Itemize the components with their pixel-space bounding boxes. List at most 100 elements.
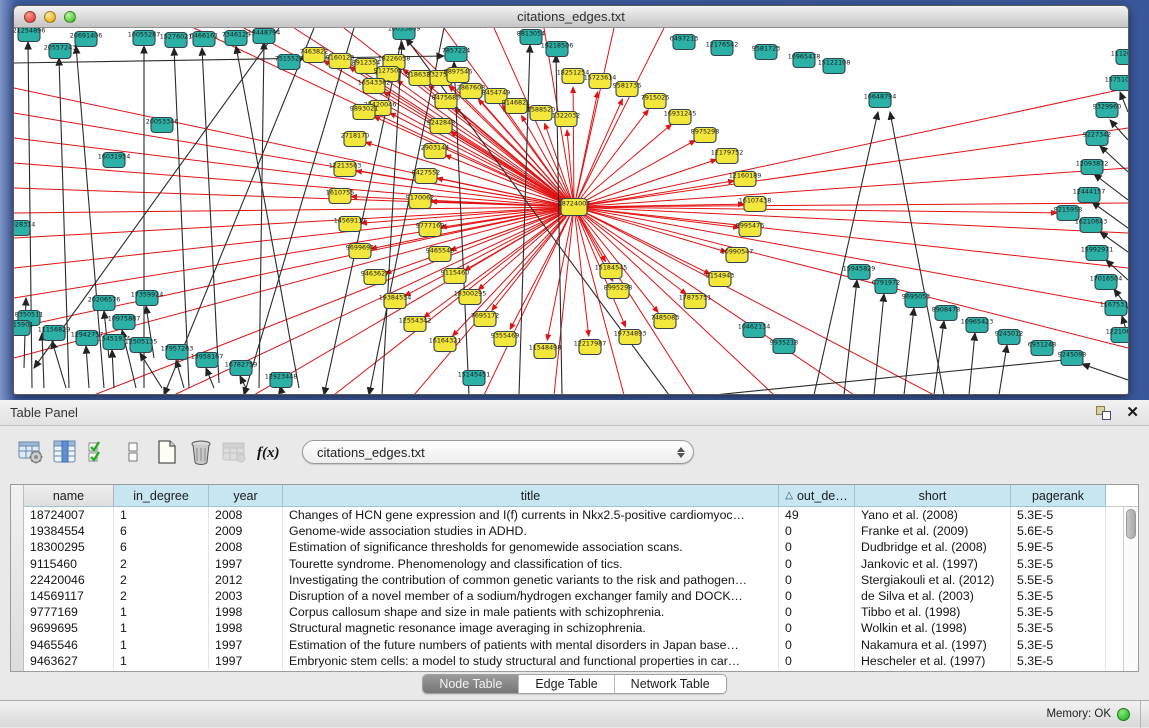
graph-node[interactable]: 8475685: [432, 94, 460, 109]
show-columns-icon[interactable]: [48, 434, 82, 470]
table-cell[interactable]: 1997: [209, 653, 283, 669]
table-cell[interactable]: Jankovic et al. (1997): [855, 556, 1011, 572]
graph-node[interactable]: 11548498: [529, 344, 562, 359]
graph-node[interactable]: 15276021: [160, 33, 193, 48]
graph-node[interactable]: 8908478: [932, 306, 960, 321]
graph-node[interactable]: 9329960: [1093, 103, 1121, 118]
graph-node[interactable]: 9695053: [902, 293, 930, 308]
graph-node[interactable]: 7695172: [471, 312, 499, 327]
graph-node[interactable]: 12176542: [706, 41, 739, 56]
table-cell[interactable]: 49: [779, 507, 855, 523]
select-all-columns-icon[interactable]: [82, 434, 116, 470]
graph-node[interactable]: 15184545: [595, 264, 628, 279]
column-header-out_de[interactable]: △out_de…: [779, 485, 855, 507]
table-cell[interactable]: 5.3E-5: [1011, 507, 1106, 523]
memory-status-icon[interactable]: [1117, 708, 1130, 721]
table-cell[interactable]: 5.3E-5: [1011, 653, 1106, 669]
table-cell[interactable]: 0: [779, 588, 855, 604]
graph-node[interactable]: 12179752: [711, 149, 744, 164]
table-cell[interactable]: Nakamura et al. (1997): [855, 637, 1011, 653]
table-cell[interactable]: Embryonic stem cells: a model to study s…: [283, 653, 779, 669]
table-cell[interactable]: Estimation of the future numbers of pati…: [283, 637, 779, 653]
table-cell[interactable]: 2: [114, 556, 209, 572]
graph-node[interactable]: 18251254: [557, 69, 590, 84]
table-cell[interactable]: Investigating the contribution of common…: [283, 572, 779, 588]
graph-node[interactable]: 19384554: [379, 294, 412, 309]
graph-node[interactable]: 6931248: [1028, 341, 1056, 356]
graph-node[interactable]: 16164321: [429, 337, 462, 352]
graph-node[interactable]: 9245012: [995, 330, 1023, 345]
graph-node[interactable]: 13958167: [191, 353, 224, 368]
table-cell[interactable]: 18724007: [24, 507, 114, 523]
table-cell[interactable]: Structural magnetic resonance image aver…: [283, 620, 779, 636]
table-cell[interactable]: 0: [779, 653, 855, 669]
graph-node[interactable]: 7515526: [275, 55, 303, 70]
graph-node[interactable]: 8995476: [736, 222, 764, 237]
table-cell[interactable]: 9777169: [24, 604, 114, 620]
table-row[interactable]: 2242004622012Investigating the contribut…: [24, 572, 1123, 588]
graph-node[interactable]: 17016504: [1090, 275, 1123, 290]
table-mode-icon[interactable]: [14, 434, 48, 470]
graph-node[interactable]: 6497213: [670, 35, 698, 50]
graph-node[interactable]: 7485083: [651, 314, 679, 329]
graph-node[interactable]: 10965478: [788, 53, 821, 68]
table-cell[interactable]: 5.5E-5: [1011, 572, 1106, 588]
delete-column-icon[interactable]: [184, 434, 218, 470]
table-cell[interactable]: 5.3E-5: [1011, 637, 1106, 653]
tab-node-table[interactable]: Node Table: [423, 675, 519, 693]
graph-node[interactable]: 19448794: [248, 29, 281, 44]
float-panel-icon[interactable]: [1096, 406, 1112, 420]
graph-node[interactable]: 16543362: [358, 79, 391, 94]
graph-node[interactable]: 12505135: [125, 338, 158, 353]
tab-edge-table[interactable]: Edge Table: [519, 675, 614, 693]
graph-node[interactable]: 18300295: [454, 290, 487, 305]
table-cell[interactable]: 0: [779, 604, 855, 620]
window-titlebar[interactable]: citations_edges.txt: [14, 6, 1128, 28]
column-header-short[interactable]: short: [855, 485, 1011, 507]
graph-node[interactable]: 9777169: [416, 222, 444, 237]
graph-node[interactable]: 9463627: [361, 270, 389, 285]
graph-node[interactable]: 19928314: [14, 221, 35, 236]
table-selector[interactable]: citations_edges.txt: [302, 440, 694, 464]
table-cell[interactable]: 2009: [209, 523, 283, 539]
graph-node[interactable]: 12160189: [729, 172, 762, 187]
graph-node[interactable]: 14569117: [334, 217, 367, 232]
graph-node[interactable]: 7857224: [442, 47, 470, 62]
table-cell[interactable]: Yano et al. (2008): [855, 507, 1011, 523]
graph-node[interactable]: 12210648: [1106, 328, 1128, 343]
graph-node[interactable]: 20206576: [88, 296, 121, 311]
unselect-all-columns-icon[interactable]: [116, 434, 150, 470]
graph-node[interactable]: 18724007: [558, 199, 591, 216]
table-row[interactable]: 969969511998Structural magnetic resonanc…: [24, 620, 1123, 636]
table-scrollbar-thumb[interactable]: [1126, 509, 1136, 539]
table-cell[interactable]: 1998: [209, 604, 283, 620]
graph-node[interactable]: 16053809: [388, 28, 421, 40]
table-cell[interactable]: 2008: [209, 507, 283, 523]
graph-node[interactable]: 1610755: [326, 189, 354, 204]
graph-node[interactable]: 9227342: [1083, 131, 1111, 146]
table-cell[interactable]: 2008: [209, 539, 283, 555]
table-cell[interactable]: 9115460: [24, 556, 114, 572]
graph-node[interactable]: 9245098: [1058, 351, 1086, 366]
graph-node[interactable]: 7463822: [300, 48, 328, 63]
graph-node[interactable]: 11120847: [1111, 50, 1128, 65]
graph-node[interactable]: 9242848: [427, 119, 455, 134]
table-cell[interactable]: 5.3E-5: [1011, 556, 1106, 572]
graph-node[interactable]: 16782759: [225, 361, 258, 376]
table-cell[interactable]: 19384554: [24, 523, 114, 539]
table-cell[interactable]: 0: [779, 539, 855, 555]
table-cell[interactable]: Corpus callosum shape and size in male p…: [283, 604, 779, 620]
graph-node[interactable]: 9699695: [346, 244, 374, 259]
graph-node[interactable]: 9581736: [613, 82, 641, 97]
graph-node[interactable]: 10055287: [128, 31, 161, 46]
graph-node[interactable]: 12213563: [329, 162, 362, 177]
table-cell[interactable]: 2003: [209, 588, 283, 604]
network-canvas[interactable]: 7463822916012389123541822605891275051654…: [14, 28, 1128, 395]
table-cell[interactable]: 1: [114, 620, 209, 636]
graph-node[interactable]: 8995298: [604, 284, 632, 299]
graph-node[interactable]: 12217987: [574, 340, 607, 355]
table-cell[interactable]: 1: [114, 637, 209, 653]
column-header-title[interactable]: title: [283, 485, 779, 507]
graph-node[interactable]: 7915026: [641, 94, 669, 109]
table-row[interactable]: 946362711997Embryonic stem cells: a mode…: [24, 653, 1123, 669]
